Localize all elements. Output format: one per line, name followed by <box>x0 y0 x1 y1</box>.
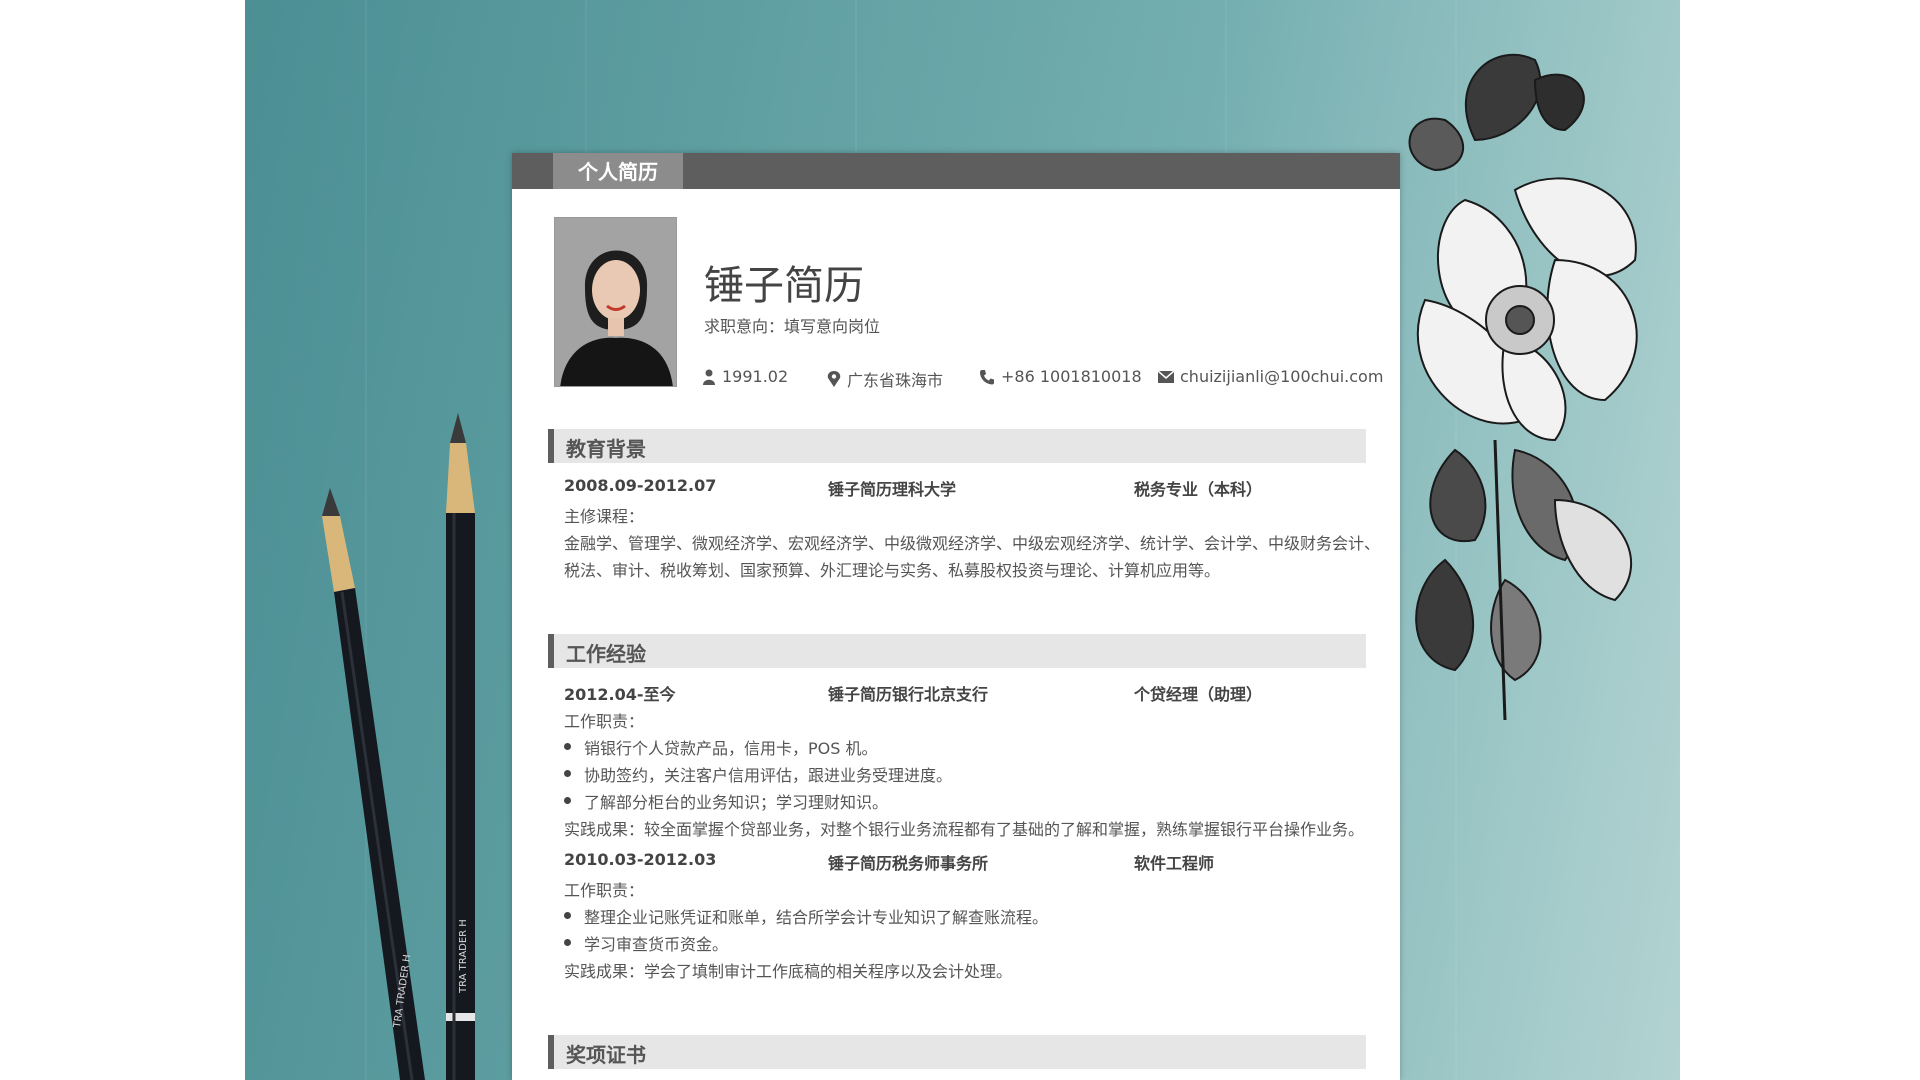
pencil-right-image: TRA TRADER H <box>446 413 475 1080</box>
education-title: 教育背景 <box>566 437 646 461</box>
job-1-duty: 协助签约，关注客户信用评估，跟进业务受理进度。 <box>564 762 952 786</box>
awards-section-header: 奖项证书 <box>548 1035 1366 1069</box>
job-1-duty: 了解部分柜台的业务知识；学习理财知识。 <box>564 789 888 813</box>
profile-photo <box>554 217 677 387</box>
pencil-left-image: TRA TRADER H <box>322 488 425 1080</box>
job-intent: 求职意向：填写意向岗位 <box>704 317 881 336</box>
resume-page: 个人简历 锤子简历 求职意向：填写意向岗位 1991.02 广东省珠海市 +86… <box>512 153 1400 1080</box>
email-text: chuizijianli@100chui.com <box>1180 367 1384 386</box>
map-pin-icon <box>827 371 841 387</box>
job-2-position: 软件工程师 <box>1134 854 1215 873</box>
job-1-company: 锤子简历银行北京支行 <box>828 685 989 704</box>
resume-title-tab: 个人简历 <box>553 153 683 189</box>
courses-label: 主修课程： <box>564 507 645 526</box>
courses-line-2: 税法、审计、税收筹划、国家预算、外汇理论与实务、私募股权投资与理论、计算机应用等… <box>564 561 1221 580</box>
candidate-name: 锤子简历 <box>704 263 864 309</box>
contact-row: 1991.02 广东省珠海市 +86 1001810018 chuizijian… <box>702 367 1383 391</box>
job-2-duty: 整理企业记账凭证和账单，结合所学会计专业知识了解查账流程。 <box>564 904 1048 928</box>
work-title: 工作经验 <box>566 642 646 666</box>
location-text: 广东省珠海市 <box>847 371 944 390</box>
job-1-result: 实践成果：较全面掌握个贷部业务，对整个银行业务流程都有了基础的了解和掌握，熟练掌… <box>564 820 1365 839</box>
courses-line-1: 金融学、管理学、微观经济学、宏观经济学、中级微观经济学、中级宏观经济学、统计学、… <box>564 534 1381 553</box>
job-2-period: 2010.03-2012.03 <box>564 850 717 869</box>
email-contact: chuizijianli@100chui.com <box>1158 367 1383 386</box>
awards-title: 奖项证书 <box>566 1043 646 1067</box>
birth-date: 1991.02 <box>722 367 789 386</box>
job-2-result: 实践成果：学会了填制审计工作底稿的相关程序以及会计处理。 <box>564 962 1013 981</box>
phone-text: +86 1001810018 <box>1001 367 1142 386</box>
job-1-position: 个贷经理（助理） <box>1134 685 1263 704</box>
birth-contact: 1991.02 <box>702 367 788 386</box>
job-1-duty: 销银行个人贷款产品，信用卡，POS 机。 <box>564 735 878 759</box>
job-2-duty: 学习审查货币资金。 <box>564 931 728 955</box>
education-section-header: 教育背景 <box>548 429 1366 463</box>
user-icon <box>703 369 715 385</box>
education-school: 锤子简历理科大学 <box>828 480 957 499</box>
pencil-right-brand: TRA TRADER H <box>458 919 469 994</box>
education-major: 税务专业（本科） <box>1134 480 1263 499</box>
work-section-header: 工作经验 <box>548 634 1366 668</box>
envelope-icon <box>1158 370 1174 383</box>
job-2-company: 锤子简历税务师事务所 <box>828 854 989 873</box>
phone-icon <box>980 369 994 384</box>
phone-contact: +86 1001810018 <box>979 367 1142 386</box>
flower-illustration <box>1408 53 1638 721</box>
education-period: 2008.09-2012.07 <box>564 476 717 495</box>
location-contact: 广东省珠海市 <box>827 367 943 391</box>
job-1-duty-label: 工作职责： <box>564 712 645 731</box>
job-1-period: 2012.04-至今 <box>564 685 676 704</box>
job-2-duty-label: 工作职责： <box>564 881 645 900</box>
